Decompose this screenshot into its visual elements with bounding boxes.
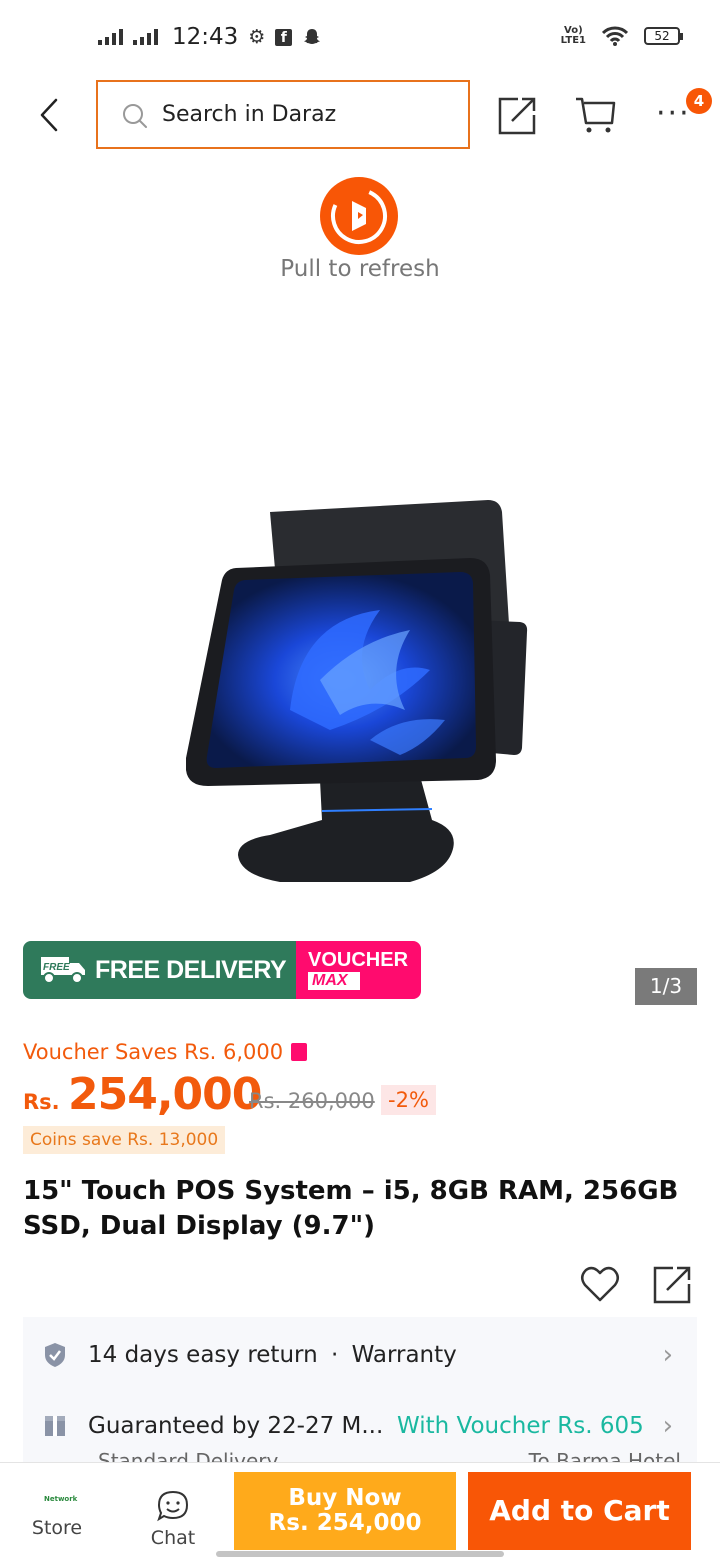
chat-button[interactable]: Chat (148, 1483, 198, 1549)
buy-now-price: Rs. 254,000 (268, 1510, 422, 1536)
search-placeholder: Search in Daraz (162, 102, 337, 127)
voucher-saves-text[interactable]: Voucher Saves Rs. 6,000 (23, 1040, 308, 1064)
buy-now-button[interactable]: Buy Now Rs. 254,000 (234, 1472, 456, 1550)
battery-icon: 52 (644, 27, 683, 45)
search-input[interactable]: Search in Daraz (96, 80, 470, 149)
delivery-row[interactable]: Guaranteed by 22-27 M... With Voucher Rs… (23, 1401, 697, 1451)
current-price: 254,000 (68, 1069, 262, 1120)
cart-icon[interactable] (574, 95, 616, 135)
voucher-max-badge: VOUCHER MAX (296, 941, 421, 999)
chat-icon (157, 1490, 189, 1522)
original-price: Rs. 260,000 (249, 1089, 375, 1113)
product-image[interactable] (170, 480, 550, 900)
gear-icon: ⚙ (248, 26, 266, 48)
facebook-icon: f (275, 28, 293, 46)
share-icon[interactable] (498, 95, 538, 135)
store-label: Store (31, 1517, 83, 1539)
store-logo: Network (44, 1495, 78, 1503)
signal-icon (133, 29, 158, 45)
chat-label: Chat (150, 1527, 196, 1549)
return-warranty-row[interactable]: 14 days easy return · Warranty › (23, 1330, 697, 1380)
cart-count-badge: 4 (686, 88, 712, 114)
warranty-label: Warranty (351, 1342, 457, 1368)
store-button[interactable]: Network Store (28, 1483, 86, 1539)
signal-icon (98, 29, 123, 45)
volte-indicator: Vo) LTE1 (560, 25, 586, 46)
chevron-right-icon: › (662, 1340, 673, 1370)
shield-check-icon (45, 1343, 65, 1367)
coins-save-badge: Coins save Rs. 13,000 (23, 1126, 226, 1154)
home-indicator[interactable] (216, 1551, 504, 1557)
free-delivery-badge: FREE FREE DELIVERY (23, 941, 296, 999)
voucher-label: VOUCHER (308, 949, 409, 971)
discount-badge: -2% (381, 1085, 436, 1115)
delivery-truck-icon: FREE (35, 953, 87, 987)
price-currency: Rs. (23, 1090, 60, 1114)
separator-dot: · (330, 1342, 339, 1368)
snapchat-icon (304, 29, 321, 44)
package-icon (45, 1416, 65, 1436)
status-left: 12:43 ⚙ f (98, 24, 322, 50)
add-to-cart-button[interactable]: Add to Cart (468, 1472, 691, 1550)
delivery-estimate: Guaranteed by 22-27 M... (88, 1413, 384, 1439)
back-arrow-icon[interactable] (36, 98, 66, 132)
image-counter: 1/3 (635, 968, 697, 1005)
status-time: 12:43 (172, 24, 239, 50)
bottom-action-bar: Network Store Chat Buy Now Rs. 254,000 A… (0, 1462, 720, 1560)
buy-now-label: Buy Now (288, 1485, 402, 1511)
promo-banner[interactable]: FREE FREE DELIVERY VOUCHER MAX (23, 941, 421, 999)
search-icon (123, 104, 147, 128)
product-title: 15" Touch POS System – i5, 8GB RAM, 256G… (23, 1176, 679, 1241)
delivery-voucher: With Voucher Rs. 605 (397, 1413, 644, 1439)
free-delivery-label: FREE DELIVERY (95, 955, 287, 984)
status-bar: 12:43 ⚙ f Vo) LTE1 52 (0, 0, 720, 78)
return-policy-label: 14 days easy return (88, 1342, 318, 1368)
free-tag-label: FREE (43, 962, 70, 973)
pull-to-refresh-label: Pull to refresh (280, 256, 440, 282)
heart-icon[interactable] (580, 1265, 620, 1303)
service-info-panel: 14 days easy return · Warranty › Guarant… (23, 1317, 697, 1473)
voucher-saves-label: Voucher Saves Rs. 6,000 (23, 1040, 284, 1064)
return-policy-text: 14 days easy return · Warranty (88, 1342, 457, 1368)
status-right: Vo) LTE1 52 (560, 25, 683, 46)
voucher-badge-icon (291, 1043, 308, 1061)
share-icon[interactable] (653, 1264, 693, 1304)
chevron-right-icon: › (662, 1411, 673, 1441)
wifi-icon (602, 26, 628, 46)
refresh-spinner-icon (320, 177, 398, 255)
voucher-max-label: MAX (308, 972, 360, 990)
